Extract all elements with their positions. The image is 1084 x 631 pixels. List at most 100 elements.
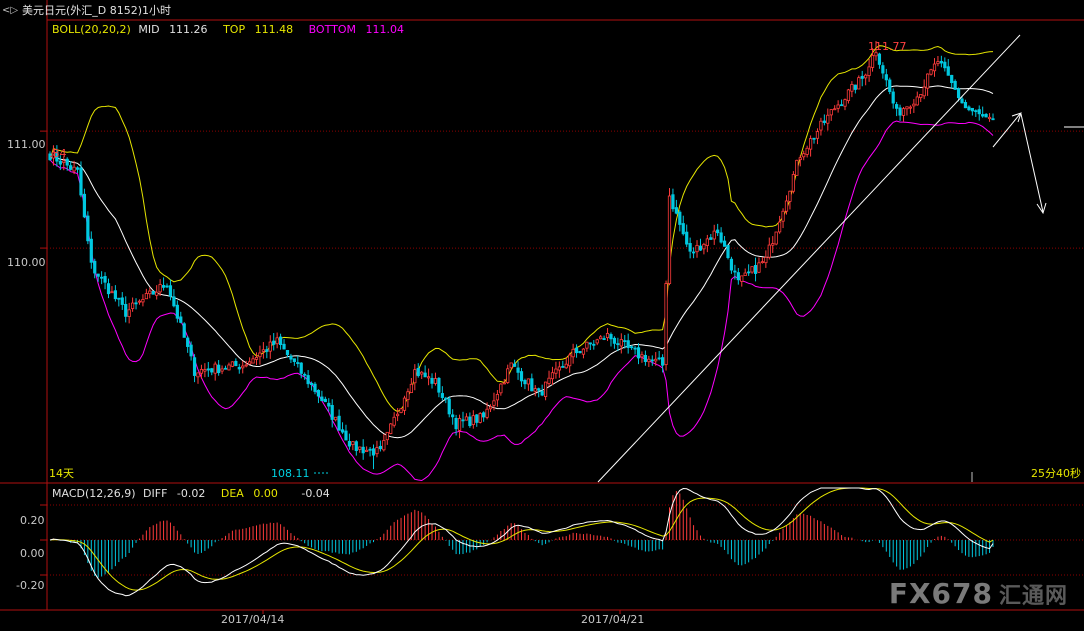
candle-body — [244, 364, 248, 367]
candle-body — [722, 240, 727, 247]
candle-body — [523, 380, 527, 385]
candle-body — [891, 91, 895, 104]
candle-body — [130, 302, 135, 309]
candle-body — [100, 276, 104, 279]
candle-body — [186, 337, 190, 347]
candle-body — [413, 369, 417, 384]
candle-body — [605, 333, 610, 338]
candle-body — [833, 108, 837, 111]
candle-body — [888, 79, 892, 92]
candle-body — [402, 397, 407, 411]
candle-body — [120, 297, 124, 305]
candle-body — [113, 290, 117, 300]
candle-body — [254, 357, 259, 360]
candle-body — [358, 446, 362, 450]
candle-body — [309, 382, 314, 385]
candle-body — [561, 366, 565, 368]
candle-body — [457, 418, 462, 431]
candle-body — [630, 346, 634, 349]
candle-body — [110, 291, 114, 294]
candle-body — [633, 347, 637, 350]
trendline — [597, 34, 1021, 483]
candle-body — [217, 364, 221, 374]
candle-body — [227, 364, 231, 371]
candle-body — [361, 446, 365, 454]
candle-body — [268, 341, 272, 352]
candle-body — [440, 393, 444, 398]
candle-body — [285, 350, 290, 356]
candle-body — [433, 378, 438, 384]
candle-body — [323, 398, 327, 403]
candle-body — [155, 291, 159, 296]
candle-body — [530, 378, 534, 392]
candle-body — [461, 419, 465, 422]
candle-body — [767, 244, 771, 258]
candle-body — [726, 244, 730, 258]
candle-body — [867, 66, 871, 76]
candle-body — [210, 368, 214, 373]
macd-dea-value: 0.00 — [253, 487, 278, 500]
candle-body — [382, 440, 386, 451]
candle-body — [753, 264, 758, 274]
candle-body — [564, 363, 568, 369]
candle-body — [808, 138, 813, 150]
candle-body — [895, 104, 899, 109]
candle-body — [857, 77, 861, 90]
candle-body — [905, 106, 909, 110]
candle-body — [475, 414, 479, 423]
candle-body — [681, 223, 685, 235]
candle-body — [69, 165, 73, 170]
candle-body — [991, 118, 995, 121]
candle-body — [588, 342, 592, 345]
candle-body — [915, 96, 919, 106]
candle-body — [399, 408, 403, 413]
candle-body — [275, 337, 279, 345]
candle-body — [943, 61, 947, 69]
candle-body — [72, 166, 76, 172]
candle-body — [784, 200, 789, 212]
candle-body — [351, 441, 355, 446]
candle-body — [884, 74, 888, 81]
candle-body — [960, 98, 964, 104]
macd-diff-label: DIFF — [143, 487, 168, 500]
low-price-label: 108.11 — [271, 467, 310, 480]
candle-body — [437, 377, 441, 393]
candle-body — [354, 441, 358, 451]
candle-body — [89, 238, 93, 263]
candle-body — [537, 388, 541, 391]
candle-body — [127, 309, 131, 317]
candle-body — [495, 394, 500, 401]
candle-body — [795, 159, 799, 176]
nav-arrows-icon[interactable]: <▷ — [2, 4, 18, 17]
candle-body — [650, 359, 654, 362]
chart-canvas[interactable] — [0, 0, 1084, 628]
candle-body — [853, 84, 857, 90]
candle-body — [265, 349, 269, 352]
candle-body — [729, 258, 734, 271]
candle-body — [430, 377, 434, 384]
candle-body — [533, 388, 537, 392]
period-label: 14天 — [49, 467, 74, 480]
candle-body — [612, 337, 617, 344]
candle-body — [919, 94, 923, 99]
candle-body — [313, 383, 317, 392]
boll-mid-label: MID — [138, 23, 160, 36]
candle-body — [977, 109, 981, 115]
candle-body — [365, 449, 369, 452]
candle-body — [939, 60, 943, 64]
candle-body — [970, 107, 974, 112]
candle-body — [513, 363, 517, 367]
candle-body — [640, 354, 644, 358]
candle-body — [550, 372, 555, 380]
candle-body — [750, 266, 754, 273]
candle-body — [334, 416, 338, 421]
candle-body — [581, 348, 586, 355]
candle-body — [788, 190, 792, 202]
candle-body — [619, 339, 623, 347]
candle-body — [667, 195, 672, 284]
candle-body — [62, 160, 66, 163]
candle-body — [248, 361, 252, 365]
candle-body — [124, 303, 128, 317]
candle-body — [716, 229, 720, 234]
candle-body — [829, 109, 833, 116]
